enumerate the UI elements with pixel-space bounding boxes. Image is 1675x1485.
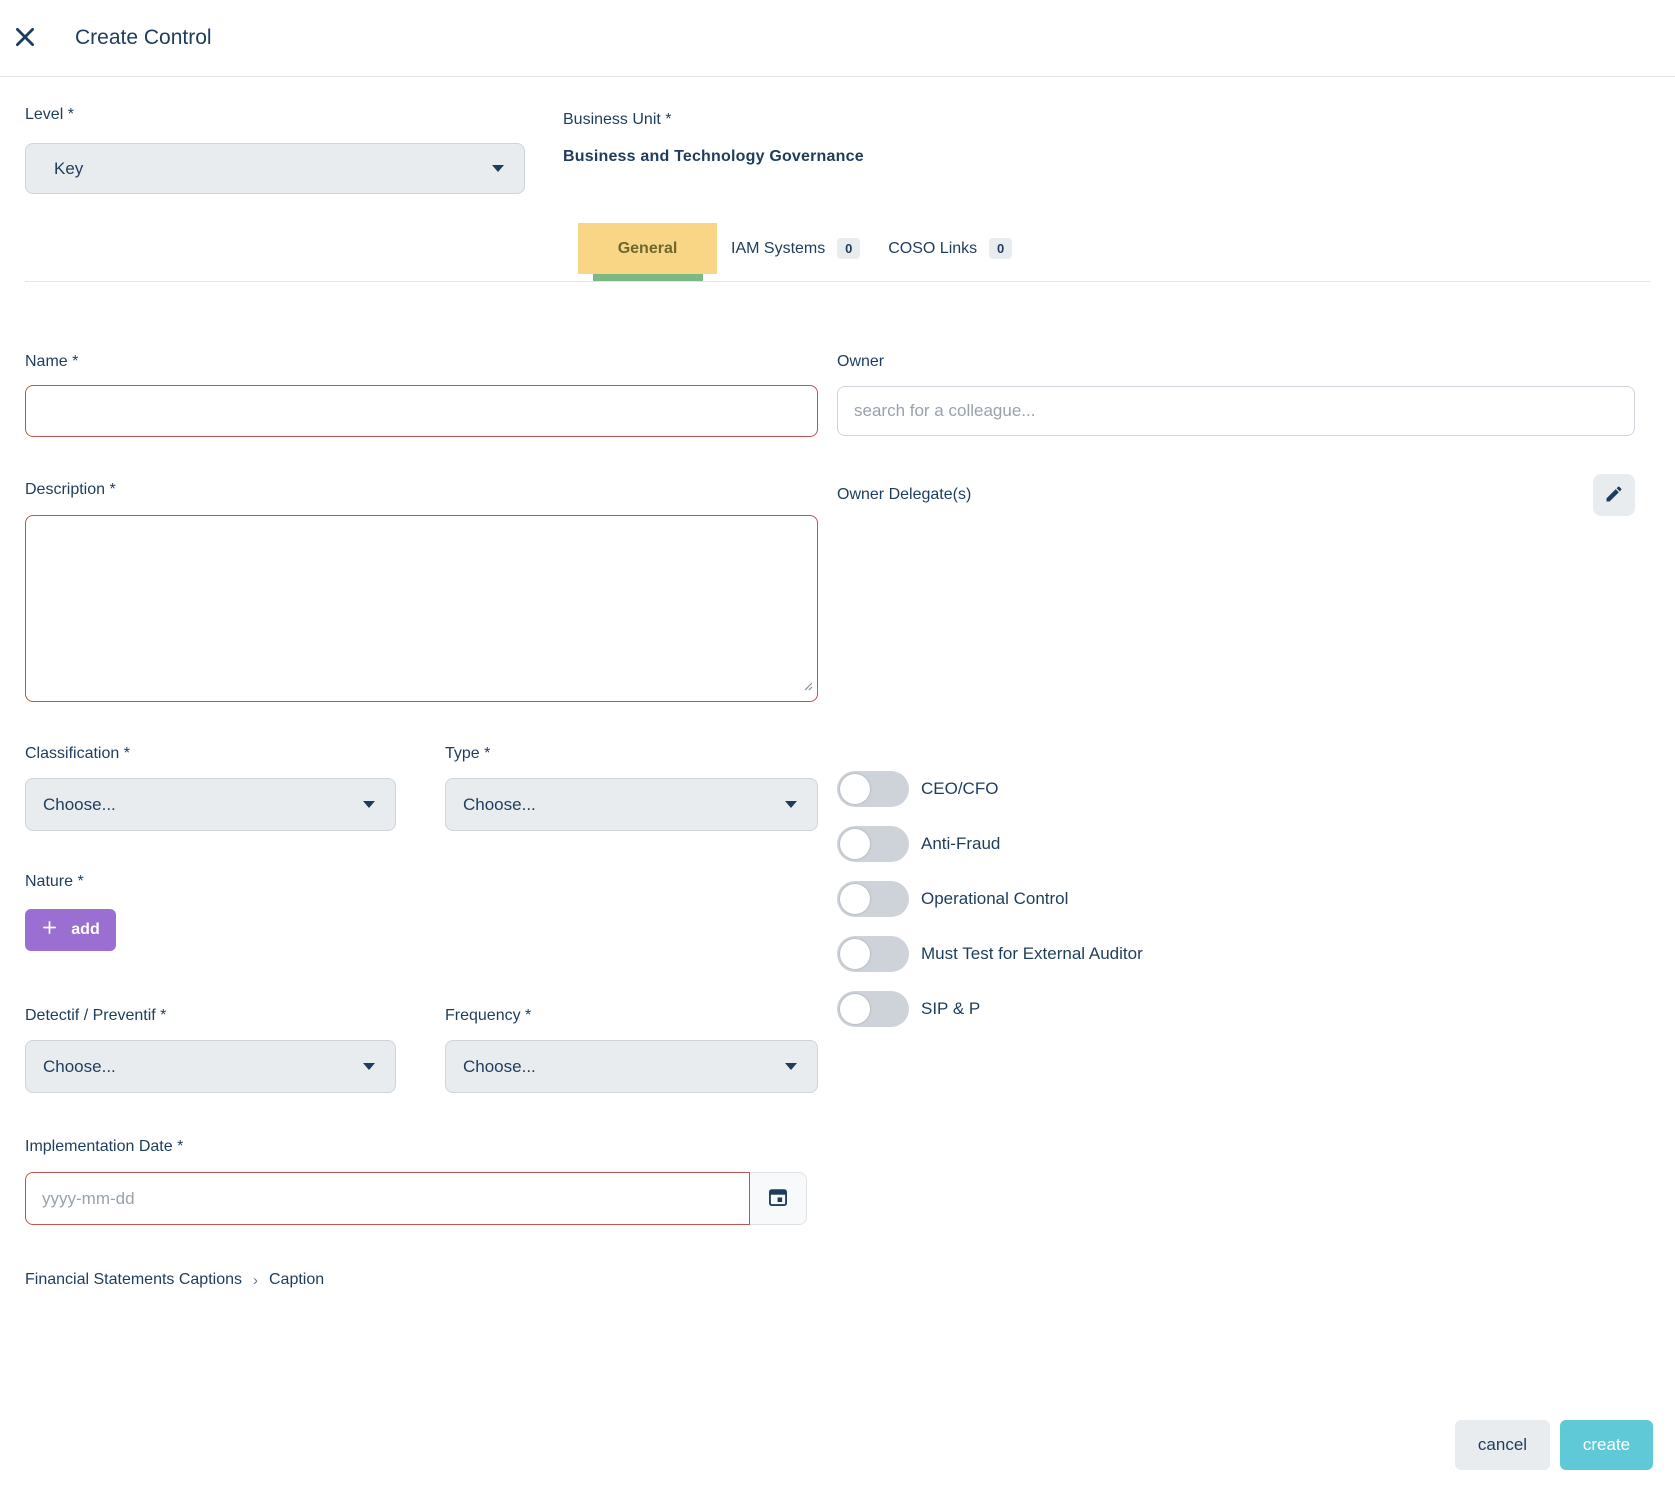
classification-type-row: Classification * Choose... Type * Choose… [25, 745, 818, 831]
anti-fraud-toggle-label: Anti-Fraud [921, 834, 1000, 854]
ceo-cfo-toggle-label: CEO/CFO [921, 779, 998, 799]
toggle-knob [840, 829, 870, 859]
classification-select-value: Choose... [43, 795, 116, 815]
chevron-down-icon [363, 801, 375, 808]
toggle-row-operational-control: Operational Control [837, 881, 1635, 917]
toggle-row-must-test: Must Test for External Auditor [837, 936, 1635, 972]
detectif-select[interactable]: Choose... [25, 1040, 396, 1093]
breadcrumb-item-caption[interactable]: Caption [269, 1271, 324, 1289]
nature-add-label: add [71, 921, 99, 939]
edit-delegates-button[interactable] [1593, 474, 1635, 516]
general-tab-panel: Name * Description * Classification * Ch… [0, 353, 1675, 1289]
classification-field: Classification * Choose... [25, 745, 396, 831]
date-picker-button[interactable] [750, 1172, 807, 1225]
create-button[interactable]: create [1560, 1420, 1653, 1470]
detectif-select-value: Choose... [43, 1057, 116, 1077]
plus-icon [41, 919, 58, 941]
active-tab-indicator [593, 274, 703, 281]
description-textarea[interactable] [25, 515, 818, 702]
top-fields-row: Level * Key Business Unit * Business and… [0, 106, 1675, 194]
toggle-row-anti-fraud: Anti-Fraud [837, 826, 1635, 862]
close-button[interactable] [7, 20, 43, 56]
chevron-down-icon [363, 1063, 375, 1070]
toggle-row-ceo-cfo: CEO/CFO [837, 771, 1635, 807]
detectif-label: Detectif / Preventif * [25, 1007, 396, 1025]
ceo-cfo-toggle[interactable] [837, 771, 909, 807]
frequency-label: Frequency * [445, 1007, 818, 1025]
tab-general[interactable]: General [578, 223, 717, 274]
description-field [25, 515, 818, 702]
sip-p-toggle[interactable] [837, 991, 909, 1027]
name-input[interactable] [25, 385, 818, 437]
page-title: Create Control [75, 26, 212, 50]
toggle-knob [840, 884, 870, 914]
implementation-date-field [25, 1172, 807, 1225]
must-test-toggle[interactable] [837, 936, 909, 972]
tab-coso-links[interactable]: COSO Links 0 [874, 223, 1026, 274]
tab-general-label: General [618, 240, 678, 258]
implementation-date-input[interactable] [25, 1172, 750, 1225]
operational-control-toggle[interactable] [837, 881, 909, 917]
tab-bar-divider [25, 281, 1650, 282]
operational-control-toggle-label: Operational Control [921, 889, 1068, 909]
nature-label: Nature * [25, 873, 818, 891]
type-select[interactable]: Choose... [445, 778, 818, 831]
description-label: Description * [25, 481, 818, 499]
name-label: Name * [25, 353, 818, 371]
frequency-select[interactable]: Choose... [445, 1040, 818, 1093]
anti-fraud-toggle[interactable] [837, 826, 909, 862]
left-column: Name * Description * Classification * Ch… [25, 353, 818, 1289]
pencil-icon [1604, 484, 1624, 507]
create-control-dialog: Create Control Level * Key Business Unit… [0, 0, 1675, 1485]
chevron-down-icon [492, 165, 504, 172]
dialog-footer: cancel create [1455, 1420, 1653, 1470]
owner-search-input[interactable] [837, 386, 1635, 436]
chevron-down-icon [785, 801, 797, 808]
nature-add-button[interactable]: add [25, 909, 116, 951]
toggle-row-sip-p: SIP & P [837, 991, 1635, 1027]
close-icon [12, 24, 38, 53]
dialog-header: Create Control [0, 0, 1675, 77]
toggle-knob [840, 774, 870, 804]
type-field: Type * Choose... [445, 745, 818, 831]
toggle-knob [840, 994, 870, 1024]
chevron-right-icon: › [253, 1272, 258, 1289]
level-select-value: Key [54, 159, 83, 179]
type-label: Type * [445, 745, 818, 763]
type-select-value: Choose... [463, 795, 536, 815]
implementation-date-label: Implementation Date * [25, 1138, 818, 1156]
toggle-group: CEO/CFO Anti-Fraud Operational Control M… [837, 771, 1635, 1027]
sip-p-toggle-label: SIP & P [921, 999, 980, 1019]
cancel-button[interactable]: cancel [1455, 1420, 1550, 1470]
detectif-frequency-row: Detectif / Preventif * Choose... Frequen… [25, 1007, 818, 1093]
level-field: Level * Key [25, 106, 525, 194]
owner-delegates-label: Owner Delegate(s) [837, 486, 971, 504]
tab-iam-systems-label: IAM Systems [731, 240, 825, 258]
right-column: Owner Owner Delegate(s) CEO/CFO Anti-Fra [837, 353, 1635, 1289]
breadcrumb-item-financial-statements-captions[interactable]: Financial Statements Captions [25, 1271, 242, 1289]
frequency-select-value: Choose... [463, 1057, 536, 1077]
detectif-field: Detectif / Preventif * Choose... [25, 1007, 396, 1093]
business-unit-value: Business and Technology Governance [563, 148, 864, 166]
classification-label: Classification * [25, 745, 396, 763]
breadcrumb: Financial Statements Captions › Caption [25, 1271, 818, 1289]
tab-bar: General IAM Systems 0 COSO Links 0 [578, 223, 1675, 274]
tab-iam-systems[interactable]: IAM Systems 0 [717, 223, 874, 274]
owner-delegates-row: Owner Delegate(s) [837, 474, 1635, 516]
tab-coso-links-label: COSO Links [888, 240, 977, 258]
level-label: Level * [25, 106, 525, 124]
tab-iam-systems-badge: 0 [837, 238, 860, 259]
calendar-icon [767, 1186, 789, 1211]
owner-label: Owner [837, 353, 1635, 371]
level-select[interactable]: Key [25, 143, 525, 194]
business-unit-label: Business Unit * [563, 111, 864, 129]
frequency-field: Frequency * Choose... [445, 1007, 818, 1093]
toggle-knob [840, 939, 870, 969]
business-unit-field: Business Unit * Business and Technology … [563, 106, 864, 194]
must-test-toggle-label: Must Test for External Auditor [921, 944, 1143, 964]
chevron-down-icon [785, 1063, 797, 1070]
classification-select[interactable]: Choose... [25, 778, 396, 831]
tab-coso-links-badge: 0 [989, 238, 1012, 259]
